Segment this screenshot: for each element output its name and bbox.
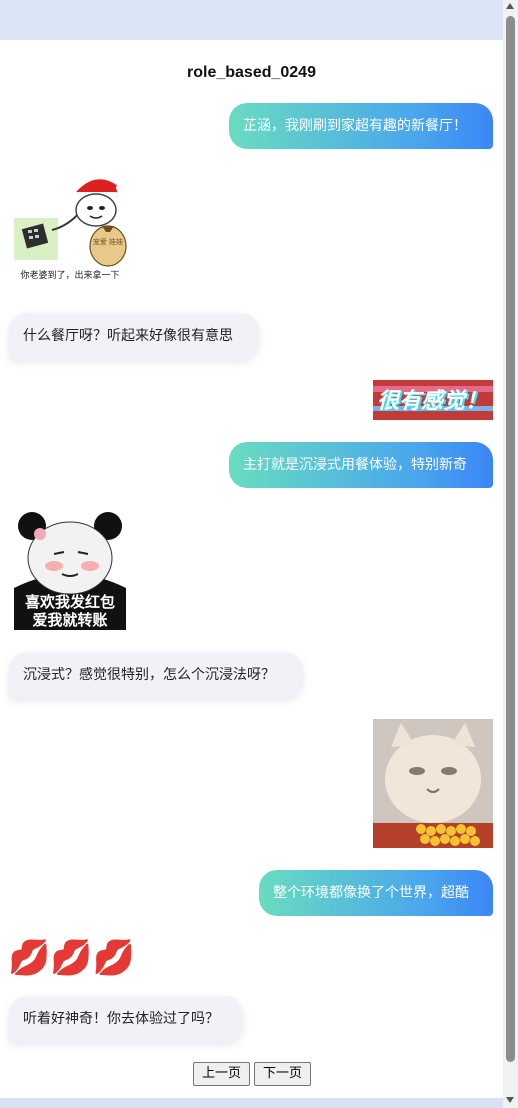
scroll-down-arrow-icon[interactable] [506, 1097, 514, 1103]
previous-page-button[interactable]: 上一页 [193, 1062, 251, 1086]
vertical-scrollbar[interactable] [503, 0, 518, 1108]
message-bubble-received: 沉浸式？感觉很特别，怎么个沉浸法呀？ [9, 652, 303, 698]
sticker-caption: 你老婆到了，出来拿一下 [20, 269, 119, 281]
glitch-text-sticker: 很有感觉！ 很有感觉！ [373, 380, 493, 420]
kiss-lips-emoji: 💋💋💋 [8, 938, 136, 978]
sticker-caption: 很有感觉！ [377, 389, 487, 414]
scroll-up-arrow-icon[interactable] [506, 3, 514, 9]
browser-top-band [0, 0, 518, 40]
page-title: role_based_0249 [187, 64, 316, 81]
next-page-button[interactable]: 下一页 [254, 1062, 312, 1086]
message-text: 沉浸式？感觉很特别，怎么个沉浸法呀？ [23, 667, 275, 683]
message-text: 整个环境都像换了个世界，超酷 [273, 885, 469, 901]
scrollbar-thumb[interactable] [506, 16, 515, 1062]
message-bubble-received: 听着好神奇！你去体验过了吗？ [9, 996, 243, 1042]
message-text: 主打就是沉浸式用餐体验，特别新奇 [243, 457, 467, 473]
message-bubble-sent: 芷涵，我刚刷到家超有趣的新餐厅！ [229, 103, 493, 149]
sticker-caption-line1: 喜欢我发红包 [25, 593, 115, 611]
sticker-bag-text: 宠爱 娃娃 [93, 237, 123, 246]
message-text: 听着好神奇！你去体验过了吗？ [23, 1011, 219, 1027]
sticker-caption-line2: 爱我就转账 [32, 611, 107, 629]
browser-bottom-band [0, 1098, 518, 1108]
message-bubble-sent: 主打就是沉浸式用餐体验，特别新奇 [229, 442, 493, 488]
blushing-panda-sticker: 喜欢我发红包 爱我就转账 [10, 510, 130, 630]
message-bubble-received: 什么餐厅呀？听起来好像很有意思 [9, 313, 259, 359]
message-bubble-sent: 整个环境都像换了个世界，超酷 [259, 870, 493, 916]
message-text: 芷涵，我刚刷到家超有趣的新餐厅！ [243, 118, 467, 134]
santa-panda-phone-sticker: 宠爱 娃娃 你老婆到了，出来拿一下 [10, 170, 132, 286]
cat-eating-corn-sticker [373, 719, 493, 848]
message-text: 什么餐厅呀？听起来好像很有意思 [23, 328, 233, 344]
chat-page: role_based_0249 芷涵，我刚刷到家超有趣的新餐厅！ 宠爱 娃娃 你… [0, 40, 503, 1098]
